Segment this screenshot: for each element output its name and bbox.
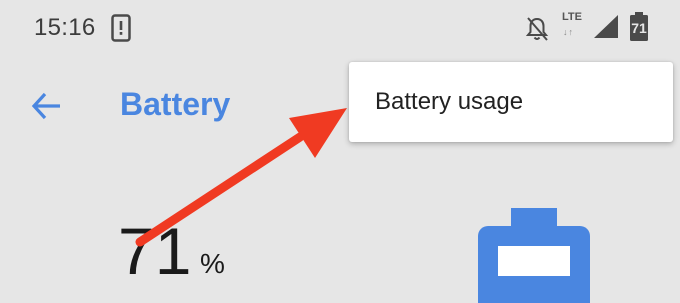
bell-off-icon xyxy=(525,17,549,41)
battery-status-level: 71 xyxy=(631,20,647,36)
status-bar: 15:16 LTE ↓↑ 71 xyxy=(0,0,680,56)
status-clock: 15:16 xyxy=(34,14,96,41)
battery-percent: 71 % xyxy=(118,218,278,303)
back-button[interactable] xyxy=(20,80,72,132)
lte-indicator: LTE ↓↑ xyxy=(560,11,586,41)
menu-item-battery-usage[interactable]: Battery usage xyxy=(349,62,673,142)
arrow-left-icon xyxy=(31,92,60,120)
battery-status-icon: 71 xyxy=(628,12,650,42)
signal-icon xyxy=(594,15,618,38)
battery-icon xyxy=(478,208,590,303)
battery-percent-sign: % xyxy=(200,248,225,279)
data-activity-icon: ↓↑ xyxy=(563,27,574,37)
lte-label: LTE xyxy=(562,11,582,23)
phone-icon xyxy=(111,14,131,42)
overflow-menu: Battery usage xyxy=(349,62,673,142)
battery-percent-value: 71 xyxy=(118,214,192,288)
page-title: Battery xyxy=(120,86,231,122)
